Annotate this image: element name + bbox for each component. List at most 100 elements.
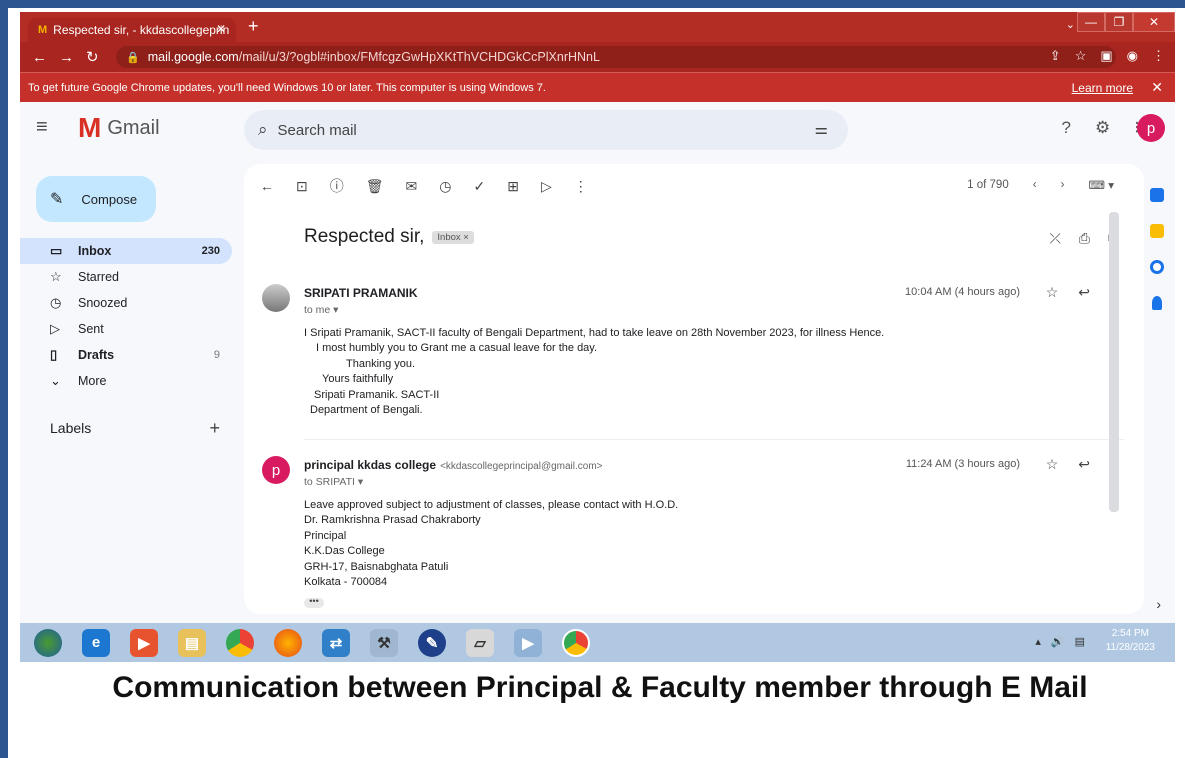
remote-desktop-icon[interactable]: ▶ bbox=[514, 628, 542, 657]
volume-icon[interactable]: 🔊 bbox=[1051, 635, 1065, 648]
caption: Communication between Principal & Facult… bbox=[112, 671, 1088, 704]
sidebar-item-label: Inbox bbox=[78, 244, 112, 258]
sidebar-item-starred[interactable]: ☆ Starred bbox=[20, 264, 232, 290]
collapse-all-icon[interactable]: ⤫ bbox=[1050, 230, 1061, 247]
keep-icon[interactable] bbox=[1150, 224, 1164, 238]
account-avatar[interactable]: p bbox=[1137, 114, 1165, 142]
body-line: Kolkata - 700084 bbox=[304, 576, 388, 589]
body-line: I most humbly you to Grant me a casual l… bbox=[316, 342, 598, 355]
archive-icon[interactable]: ⊡ bbox=[296, 178, 308, 195]
search-options-icon[interactable]: ⚌ bbox=[815, 120, 828, 138]
compose-button[interactable]: ✎ Compose bbox=[36, 176, 156, 222]
older-icon[interactable]: › bbox=[1061, 179, 1065, 191]
network-icon[interactable]: ▤ bbox=[1075, 635, 1085, 648]
star-message-icon[interactable]: ☆ bbox=[1046, 284, 1059, 301]
start-button-icon[interactable] bbox=[34, 628, 62, 657]
sender-name[interactable]: principal kkdas college <kkdascollegeprin… bbox=[304, 458, 603, 472]
tab-search-icon[interactable]: ⌄ bbox=[1066, 18, 1075, 31]
input-tools-icon[interactable]: ⌨ ▾ bbox=[1088, 178, 1114, 192]
newer-icon[interactable]: ‹ bbox=[1033, 179, 1037, 191]
frame-left-border bbox=[0, 0, 8, 758]
search-icon[interactable]: ⌕ bbox=[258, 120, 268, 140]
more-options-icon[interactable]: ⋮ bbox=[574, 178, 588, 195]
minimize-icon[interactable]: — bbox=[1077, 12, 1105, 32]
file-explorer-icon[interactable]: ▤ bbox=[178, 628, 206, 657]
app-icon[interactable]: ✎ bbox=[418, 628, 446, 657]
body-line: GRH-17, Baisnabghata Patuli bbox=[304, 560, 449, 573]
star-message-icon[interactable]: ☆ bbox=[1046, 456, 1059, 473]
snooze-icon[interactable]: ◷ bbox=[439, 178, 451, 195]
pager-text: 1 of 790 bbox=[967, 179, 1009, 191]
chrome-active-icon[interactable] bbox=[562, 628, 590, 657]
move-to-icon[interactable]: ⊞ bbox=[507, 178, 519, 195]
maximize-icon[interactable]: ❐ bbox=[1105, 12, 1133, 32]
help-icon[interactable]: ? bbox=[1061, 118, 1070, 138]
learn-more-link[interactable]: Learn more bbox=[1072, 81, 1133, 95]
share-icon[interactable]: ⇪ bbox=[1050, 48, 1061, 64]
star-icon: ☆ bbox=[50, 269, 62, 284]
print-icon[interactable]: ⎙ bbox=[1079, 230, 1090, 247]
chrome-menu-icon[interactable]: ⋮ bbox=[1152, 48, 1165, 64]
tasks-icon[interactable] bbox=[1150, 260, 1164, 274]
labels-heading: Labels bbox=[50, 420, 92, 436]
media-player-icon[interactable]: ▶ bbox=[130, 628, 158, 657]
profile-icon[interactable]: ◉ bbox=[1127, 48, 1138, 64]
tab-close-icon[interactable]: ✕ bbox=[216, 22, 226, 36]
delete-icon[interactable]: 🗑 bbox=[366, 178, 384, 195]
main-menu-icon[interactable]: ≡ bbox=[36, 116, 48, 139]
clock[interactable]: 2:54 PM 11/28/2023 bbox=[1106, 627, 1155, 655]
chrome-icon[interactable] bbox=[226, 628, 254, 657]
url-field[interactable]: 🔒 mail.google.com /mail/u/3/?ogbl#inbox/… bbox=[116, 46, 1116, 68]
label-icon[interactable]: ▷ bbox=[541, 178, 552, 195]
reply-icon[interactable]: ↩ bbox=[1078, 456, 1090, 473]
bookmark-star-icon[interactable]: ☆ bbox=[1075, 48, 1087, 64]
report-spam-icon[interactable]: ⓘ bbox=[330, 176, 344, 196]
browser-tab[interactable]: M Respected sir, - kkdascollegeprin ✕ bbox=[28, 18, 236, 42]
sidebar-item-snoozed[interactable]: ◷ Snoozed bbox=[20, 290, 232, 316]
new-tab-icon[interactable]: + bbox=[248, 16, 259, 37]
body-line: Department of Bengali. bbox=[310, 404, 423, 417]
sender-name[interactable]: SRIPATI PRAMANIK bbox=[304, 286, 418, 300]
recipient-line[interactable]: to SRIPATI ▾ bbox=[304, 476, 363, 488]
sidebar-item-label: Drafts bbox=[78, 348, 115, 362]
frame-top-border bbox=[0, 0, 1185, 8]
sidebar-item-sent[interactable]: ▷ Sent bbox=[20, 316, 232, 342]
contacts-icon[interactable] bbox=[1152, 296, 1162, 310]
thread-actions: ⤫ ⎙ ⧉ bbox=[1050, 230, 1118, 247]
network-tool-icon[interactable]: ⚒ bbox=[370, 628, 398, 657]
address-bar: ← → ↻ 🔒 mail.google.com /mail/u/3/?ogbl#… bbox=[20, 42, 1175, 72]
calendar-icon[interactable] bbox=[1150, 188, 1164, 202]
show-trimmed-content-icon[interactable]: ••• bbox=[304, 597, 324, 608]
sidebar-item-more[interactable]: ⌄ More bbox=[20, 368, 232, 394]
search-input[interactable]: ⌕ Search mail ⚌ bbox=[244, 110, 848, 150]
reply-icon[interactable]: ↩ bbox=[1078, 284, 1090, 301]
add-label-icon[interactable]: + bbox=[209, 418, 220, 439]
add-task-icon[interactable]: ✓ bbox=[473, 178, 485, 195]
tray-arrow-icon[interactable]: ▴ bbox=[1035, 635, 1041, 648]
scrollbar[interactable] bbox=[1109, 212, 1119, 512]
settings-gear-icon[interactable]: ⚙ bbox=[1095, 118, 1110, 138]
forward-icon[interactable]: → bbox=[59, 49, 74, 66]
firefox-icon[interactable] bbox=[274, 628, 302, 657]
windows-taskbar: e ▶ ▤ ⇄ ⚒ ✎ ▱ ▶ ▴ 🔊 ▤ 2:54 PM 11/28/2023 bbox=[20, 623, 1175, 662]
warning-close-icon[interactable]: ✕ bbox=[1151, 79, 1163, 96]
reload-icon[interactable]: ↻ bbox=[86, 48, 99, 66]
back-to-inbox-icon[interactable]: ← bbox=[260, 178, 274, 194]
show-side-panel-icon[interactable]: › bbox=[1156, 596, 1161, 612]
window-close-icon[interactable]: ✕ bbox=[1133, 12, 1175, 32]
sidebar-item-drafts[interactable]: ▯ Drafts 9 bbox=[20, 342, 232, 368]
back-icon[interactable]: ← bbox=[32, 49, 47, 66]
sidepanel-icon[interactable]: ▣ bbox=[1100, 48, 1112, 64]
internet-explorer-icon[interactable]: e bbox=[82, 628, 110, 657]
scanner-icon[interactable]: ▱ bbox=[466, 628, 494, 657]
inbox-label-badge[interactable]: Inbox × bbox=[432, 230, 474, 244]
pagination: 1 of 790 ‹ › ⌨ ▾ bbox=[967, 178, 1114, 192]
browser-actions: ⇪ ☆ ▣ ◉ ⋮ bbox=[1050, 48, 1165, 64]
recipient-text: to SRIPATI bbox=[304, 476, 355, 488]
body-line: Leave approved subject to adjustment of … bbox=[304, 499, 679, 511]
mark-unread-icon[interactable]: ✉ bbox=[406, 178, 418, 195]
teamviewer-icon[interactable]: ⇄ bbox=[322, 628, 350, 657]
sidebar-item-inbox[interactable]: ▭ Inbox 230 bbox=[20, 238, 232, 264]
recipient-line[interactable]: to me ▾ bbox=[304, 304, 338, 316]
gmail-logo[interactable]: M Gmail bbox=[78, 114, 160, 142]
